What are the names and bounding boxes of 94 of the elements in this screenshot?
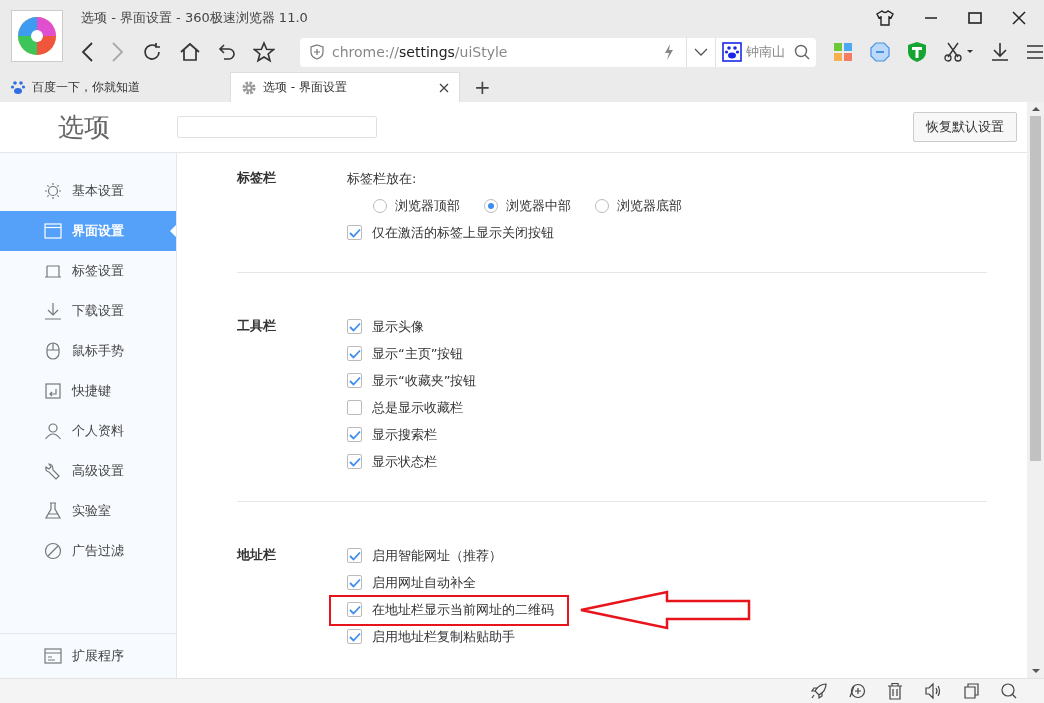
download-icon [44, 302, 62, 320]
mouse-icon [44, 342, 62, 360]
checkbox[interactable] [347, 225, 362, 240]
checkbox[interactable] [347, 548, 362, 563]
sidebar-item[interactable]: 高级设置 [0, 451, 176, 491]
maximize-icon[interactable] [968, 11, 982, 25]
sidebar-item[interactable]: 基本设置 [0, 171, 176, 211]
section-title: 工具栏 [237, 317, 277, 335]
dropdown-button[interactable] [686, 37, 716, 67]
apps-icon[interactable] [833, 42, 853, 62]
section-title: 标签栏 [237, 169, 277, 187]
rocket-icon[interactable] [810, 682, 828, 700]
new-tab-button[interactable]: + [468, 72, 497, 102]
person-icon [44, 422, 62, 440]
checkbox-option[interactable]: 显示头像 [347, 317, 424, 336]
page-heading: 选项 [57, 110, 111, 144]
radio-option[interactable]: 浏览器中部 [484, 196, 571, 215]
scroll-down-icon[interactable] [1030, 668, 1041, 674]
flask-icon [44, 502, 62, 520]
checkbox-option[interactable]: 显示搜索栏 [347, 425, 437, 444]
checkbox-option[interactable]: 启用地址栏复制粘贴助手 [347, 627, 515, 646]
sidebar-item[interactable]: 标签设置 [0, 251, 176, 291]
browser-tab[interactable]: 百度一下，你就知道 [0, 72, 230, 102]
close-icon[interactable] [1012, 11, 1026, 25]
sidebar-item[interactable]: 实验室 [0, 491, 176, 531]
lightning-icon[interactable] [664, 44, 674, 60]
checkbox[interactable] [347, 319, 362, 334]
checkbox[interactable] [347, 373, 362, 388]
close-tab-icon[interactable] [439, 82, 449, 93]
checkbox[interactable] [347, 629, 362, 644]
window-title: 选项 - 界面设置 - 360极速浏览器 11.0 [81, 9, 308, 27]
shield-t-icon[interactable] [907, 41, 927, 63]
checkbox-option[interactable]: 仅在激活的标签上显示关闭按钮 [347, 223, 554, 242]
browser-logo-icon [17, 16, 57, 56]
radio-option[interactable]: 浏览器底部 [595, 196, 682, 215]
window-icon [44, 222, 62, 240]
search-icon[interactable] [1000, 682, 1018, 700]
checkbox[interactable] [347, 454, 362, 469]
home-icon[interactable] [179, 42, 201, 62]
forward-icon[interactable] [111, 41, 125, 63]
checkbox[interactable] [347, 575, 362, 590]
checkbox[interactable] [347, 427, 362, 442]
browser-logo[interactable] [11, 10, 63, 62]
address-bar[interactable]: chrome://settings/uiStyle 钟南山 [300, 37, 816, 67]
checkbox[interactable] [347, 602, 362, 617]
checkbox[interactable] [347, 346, 362, 361]
section-title: 地址栏 [237, 546, 277, 564]
windows-icon[interactable] [962, 682, 980, 700]
back-icon[interactable] [80, 41, 94, 63]
checkbox-option[interactable]: 显示“主页”按钮 [347, 344, 464, 363]
search-field[interactable] [177, 116, 377, 138]
checkbox-option[interactable]: 在地址栏显示当前网址的二维码 [347, 600, 554, 619]
extension-icon [44, 647, 62, 665]
checkbox-option[interactable]: 显示状态栏 [347, 452, 437, 471]
restore-defaults-button[interactable]: 恢复默认设置 [913, 112, 1017, 142]
speaker-icon[interactable] [924, 682, 942, 700]
checkbox-option[interactable]: 总是显示收藏栏 [347, 398, 463, 417]
gear-icon [241, 79, 257, 96]
sidebar-item[interactable]: 广告过滤 [0, 531, 176, 571]
scroll-up-icon[interactable] [1030, 106, 1041, 112]
search-icon[interactable] [794, 44, 810, 60]
radio-option[interactable]: 浏览器顶部 [373, 196, 460, 215]
option-label: 标签栏放在: [347, 170, 418, 188]
wrench-icon [44, 462, 62, 480]
plus-circle-icon[interactable] [848, 682, 866, 700]
scrollbar[interactable] [1027, 102, 1044, 678]
download-icon[interactable] [991, 42, 1009, 62]
sidebar-item[interactable]: 个人资料 [0, 411, 176, 451]
url-text: chrome://settings/uiStyle [332, 44, 508, 60]
menu-icon[interactable] [1026, 44, 1044, 60]
star-icon[interactable] [253, 41, 275, 63]
sun-icon [44, 182, 62, 200]
minus-badge-icon[interactable] [870, 42, 890, 62]
checkbox-option[interactable]: 启用网址自动补全 [347, 573, 476, 592]
search-box[interactable]: 钟南山 [716, 37, 816, 67]
scissors-icon[interactable] [944, 42, 974, 62]
key-icon [44, 382, 62, 400]
undo-icon[interactable] [218, 43, 236, 61]
sidebar-item[interactable]: 快捷键 [0, 371, 176, 411]
sidebar-item[interactable]: 下载设置 [0, 291, 176, 331]
sidebar-item[interactable]: 鼠标手势 [0, 331, 176, 371]
paw-icon [10, 79, 26, 95]
chevron-down-icon [694, 48, 708, 56]
checkbox-option[interactable]: 显示“收藏夹”按钮 [347, 371, 477, 390]
paw-icon [722, 42, 742, 62]
checkbox[interactable] [347, 400, 362, 415]
shirt-icon[interactable] [876, 10, 894, 26]
tab-icon [44, 262, 62, 280]
reload-icon[interactable] [142, 42, 162, 62]
shield-icon [310, 44, 324, 60]
checkbox-option[interactable]: 启用智能网址（推荐） [347, 546, 502, 565]
browser-tab[interactable]: 选项 - 界面设置 [230, 72, 460, 102]
trash-icon[interactable] [886, 682, 904, 700]
ban-icon [44, 542, 62, 560]
